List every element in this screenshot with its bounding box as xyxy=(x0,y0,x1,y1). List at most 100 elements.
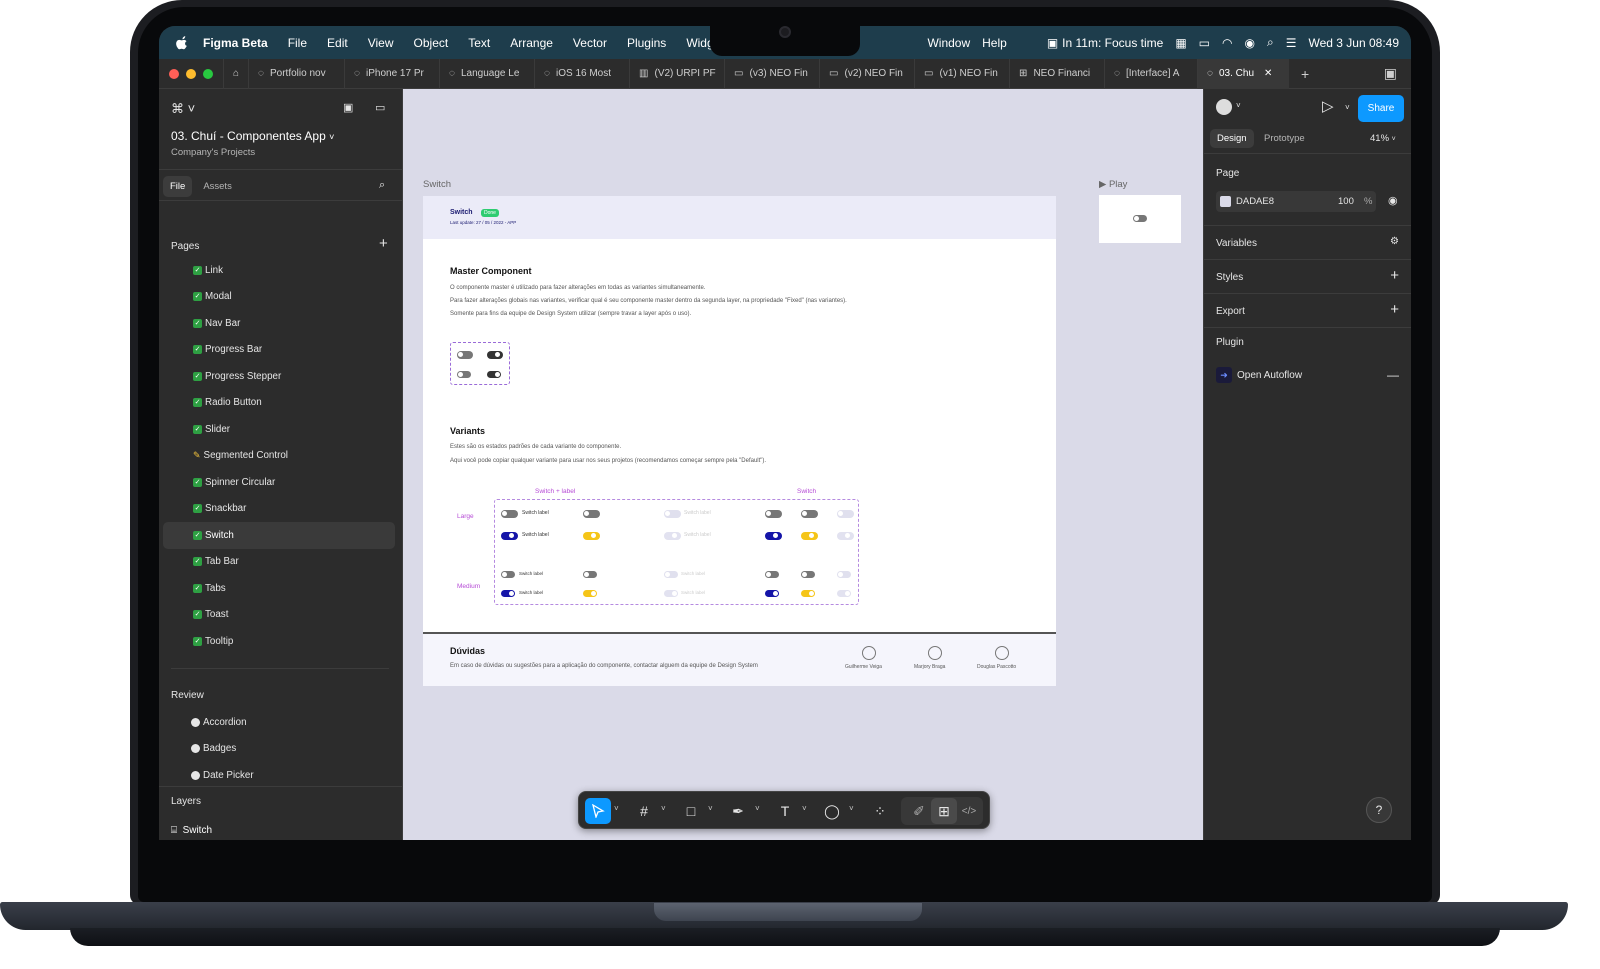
actions-tool-button[interactable]: ⁘ xyxy=(867,798,893,824)
layout-icon[interactable]: ▦ xyxy=(1175,36,1186,50)
menu-vector[interactable]: Vector xyxy=(573,36,607,50)
text-tool-button[interactable]: T xyxy=(772,798,798,824)
variables-icon[interactable]: ⚙ xyxy=(1390,236,1399,247)
menu-app-name[interactable]: Figma Beta xyxy=(203,36,268,50)
remove-plugin-icon[interactable]: — xyxy=(1387,368,1399,382)
page-item[interactable]: ✓ Tab Bar xyxy=(163,549,395,576)
menu-text[interactable]: Text xyxy=(468,36,490,50)
menu-object[interactable]: Object xyxy=(414,36,449,50)
page-item[interactable]: ✓ Tooltip xyxy=(163,628,395,655)
master-component-box[interactable] xyxy=(450,342,510,385)
chevron-down-icon[interactable]: ˅ xyxy=(661,804,666,813)
file-tab[interactable]: ▥ (V2) URPI PF xyxy=(629,58,724,89)
comment-tool-button[interactable]: ◯ xyxy=(819,798,845,824)
minimize-window-button[interactable] xyxy=(186,68,196,79)
page-item[interactable]: ✓ Progress Stepper xyxy=(163,363,395,390)
share-button[interactable]: Share xyxy=(1358,95,1404,122)
page-item[interactable]: ✓ Progress Bar xyxy=(163,337,395,364)
draw-mode-button[interactable]: ✐ xyxy=(906,798,932,824)
chevron-down-icon[interactable]: ˅ xyxy=(708,804,713,813)
color-swatch[interactable] xyxy=(1220,196,1231,207)
menu-plugins[interactable]: Plugins xyxy=(627,36,666,50)
file-tab[interactable]: ⊞ NEO Financi xyxy=(1009,58,1104,89)
file-title[interactable]: 03. Chuí - Componentes App ˅ xyxy=(171,129,334,143)
file-tab-active[interactable]: ◌ 03. Chu ✕ xyxy=(1197,58,1290,89)
tab-file[interactable]: File xyxy=(163,176,193,197)
clock[interactable]: Wed 3 Jun 08:49 xyxy=(1308,36,1399,50)
page-item[interactable]: ✓ Radio Button xyxy=(163,390,395,417)
file-tab[interactable]: ◌ Language Le xyxy=(439,58,534,89)
play-frame-label[interactable]: ▶ Play xyxy=(1099,179,1127,190)
close-tab-icon[interactable]: ✕ xyxy=(1264,68,1272,79)
add-page-icon[interactable]: + xyxy=(379,235,388,252)
chevron-down-icon[interactable]: ˅ xyxy=(614,804,619,813)
pen-tool-button[interactable]: ✒ xyxy=(725,798,751,824)
page-item[interactable]: ✓ Nav Bar xyxy=(163,310,395,337)
avatar[interactable] xyxy=(1216,99,1232,115)
page-item[interactable]: ✓ Modal xyxy=(163,284,395,311)
page-item[interactable]: ✎ Segmented Control xyxy=(163,443,395,470)
shape-tool-button[interactable]: □ xyxy=(678,798,704,824)
layer-item[interactable]: ⌸ Switch xyxy=(171,825,212,836)
variables-label[interactable]: Variables xyxy=(1216,238,1257,249)
page-item-selected[interactable]: ✓ Switch xyxy=(163,522,395,549)
control-center-icon[interactable]: ☰ xyxy=(1286,36,1297,50)
menu-edit[interactable]: Edit xyxy=(327,36,348,50)
menu-file[interactable]: File xyxy=(288,36,307,50)
file-tab[interactable]: ▭ (v1) NEO Fin xyxy=(914,58,1009,89)
chevron-down-icon[interactable]: ˅ xyxy=(849,804,854,813)
switch-frame[interactable]: Switch Done Last update: 27 / 05 / 2022 … xyxy=(423,196,1056,686)
home-tab[interactable]: ⌂ xyxy=(223,58,248,89)
menu-arrange[interactable]: Arrange xyxy=(510,36,553,50)
move-tool-button[interactable] xyxy=(585,798,611,824)
page-item[interactable]: ✓ Link xyxy=(163,257,395,284)
page-item[interactable]: ✓ Toast xyxy=(163,602,395,629)
chevron-down-icon[interactable]: ˅ xyxy=(802,804,807,813)
variants-grid[interactable]: Switch label Switch label Switch label S… xyxy=(494,499,859,605)
page-item[interactable]: ✓ Snackbar xyxy=(163,496,395,523)
page-item[interactable]: ✓ Slider xyxy=(163,416,395,443)
help-button[interactable]: ? xyxy=(1366,797,1392,823)
plugin-item[interactable]: Open Autoflow xyxy=(1237,370,1302,381)
tab-prototype[interactable]: Prototype xyxy=(1264,133,1305,144)
menu-help[interactable]: Help xyxy=(982,36,1007,50)
file-tab[interactable]: ◌ [Interface] A xyxy=(1104,58,1197,89)
ai-icon[interactable]: ▣ xyxy=(343,101,353,114)
frame-tool-button[interactable]: # xyxy=(631,798,657,824)
chevron-down-icon[interactable]: ˅ xyxy=(1345,103,1350,112)
page-item[interactable]: Date Picker xyxy=(163,762,395,789)
spotlight-search-icon[interactable]: ⌕ xyxy=(1267,35,1274,50)
tab-assets[interactable]: Assets xyxy=(196,176,239,197)
add-style-icon[interactable]: + xyxy=(1390,268,1399,283)
canvas[interactable]: Switch ▶ Play Switch Done Last update: 2… xyxy=(403,89,1203,840)
sidebar-toggle-icon[interactable]: ▣ xyxy=(1384,65,1397,82)
page-color-field[interactable]: DADAE8 100 % xyxy=(1216,191,1376,212)
menu-view[interactable]: View xyxy=(368,36,394,50)
apple-icon[interactable] xyxy=(175,35,189,50)
page-item[interactable]: ✓ Tabs xyxy=(163,575,395,602)
page-opacity-value[interactable]: 100 xyxy=(1338,196,1354,207)
file-tab[interactable]: ▭ (v3) NEO Fin xyxy=(724,58,819,89)
page-color-value[interactable]: DADAE8 xyxy=(1236,196,1274,207)
focus-status[interactable]: In 11m: Focus time xyxy=(1062,36,1163,50)
menu-window[interactable]: Window xyxy=(927,36,970,50)
panel-toggle-icon[interactable]: ▭ xyxy=(375,101,385,114)
eye-icon[interactable]: ◉ xyxy=(1388,194,1398,207)
chevron-down-icon[interactable]: ˅ xyxy=(1236,101,1241,110)
page-item[interactable]: Badges xyxy=(163,736,395,763)
play-circle-icon[interactable]: ◉ xyxy=(1245,36,1255,50)
zoom-control[interactable]: 41% ˅ xyxy=(1370,133,1396,144)
search-icon[interactable]: ⌕ xyxy=(379,179,385,192)
file-tab[interactable]: ◌ Portfolio nov xyxy=(248,58,344,89)
calendar-icon[interactable]: ▣ xyxy=(1047,36,1058,50)
file-tab[interactable]: ◌ iPhone 17 Pr xyxy=(344,58,439,89)
zoom-window-button[interactable] xyxy=(203,68,213,79)
play-frame[interactable] xyxy=(1099,195,1181,243)
dev-mode-button[interactable]: </> xyxy=(956,798,982,824)
chevron-down-icon[interactable]: ˅ xyxy=(755,804,760,813)
tab-design[interactable]: Design xyxy=(1210,129,1254,148)
present-icon[interactable]: ▷ xyxy=(1322,97,1334,115)
file-tab[interactable]: ◌ iOS 16 Most xyxy=(534,58,629,89)
battery-icon[interactable]: ▭ xyxy=(1199,36,1210,50)
add-export-icon[interactable]: + xyxy=(1390,302,1399,317)
